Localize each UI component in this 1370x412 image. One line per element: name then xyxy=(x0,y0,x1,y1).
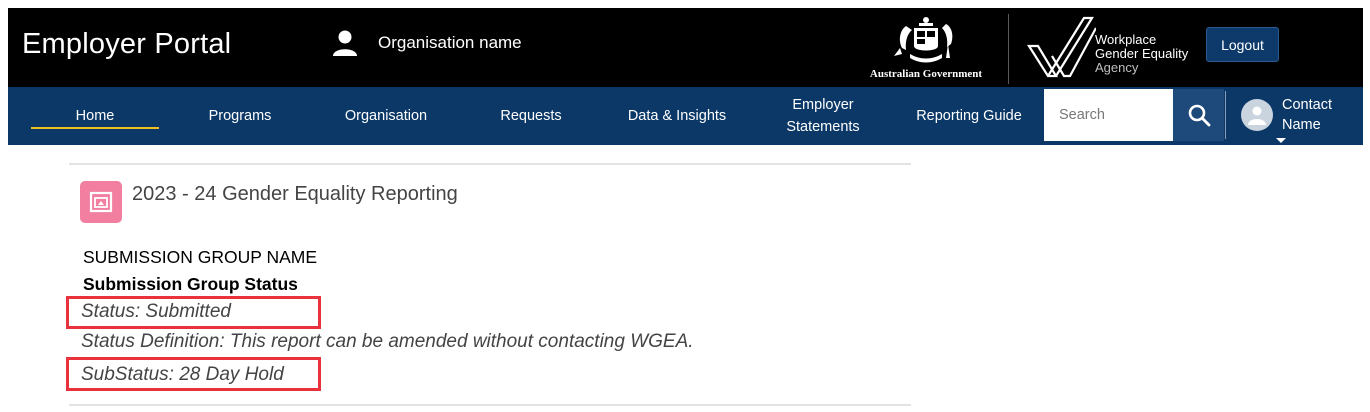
user-avatar-icon xyxy=(1248,106,1266,125)
organisation-selector[interactable]: Organisation name xyxy=(332,30,522,56)
substatus-highlight-box xyxy=(66,357,321,391)
agency-name-line: Agency xyxy=(1095,60,1139,75)
nav-item-requests[interactable]: Requests xyxy=(478,87,584,145)
search-button[interactable] xyxy=(1173,89,1224,141)
nav-item-data-insights[interactable]: Data & Insights xyxy=(614,87,740,145)
status-definition-text: Status Definition: This report can be am… xyxy=(81,331,694,352)
agency-name-line: Workplace xyxy=(1095,32,1157,47)
nav-item-home[interactable]: Home xyxy=(31,87,159,145)
user-icon xyxy=(333,30,357,56)
reporting-icon xyxy=(80,181,122,223)
checkmark-logo-icon xyxy=(1027,16,1097,78)
nav-item-programs[interactable]: Programs xyxy=(188,87,292,145)
header-divider xyxy=(1008,14,1009,84)
nav-item-employer-statements[interactable]: Employer Statements xyxy=(768,87,878,145)
search-input[interactable] xyxy=(1044,89,1173,141)
top-header: Employer Portal Organisation name Austra… xyxy=(8,8,1363,87)
contact-menu[interactable]: Contact Name xyxy=(1234,89,1360,141)
section-divider-bottom xyxy=(69,404,911,406)
organisation-name: Organisation name xyxy=(378,33,522,52)
main-navigation: Home Programs Organisation Requests Data… xyxy=(8,87,1363,145)
coat-of-arms-icon xyxy=(894,17,953,63)
wgea-logo: Workplace Gender Equality Agency xyxy=(1026,14,1206,84)
government-label: Australian Government xyxy=(869,68,983,80)
section-divider-top xyxy=(69,163,911,165)
avatar xyxy=(1241,99,1273,131)
australian-government-logo: Australian Government xyxy=(856,14,996,84)
page-title: 2023 - 24 Gender Equality Reporting xyxy=(132,183,458,205)
contact-name: Contact Name xyxy=(1282,97,1332,133)
agency-name-line: Gender Equality xyxy=(1095,46,1189,61)
submission-group-name: SUBMISSION GROUP NAME xyxy=(83,247,318,267)
status-highlight-box xyxy=(66,296,321,329)
nav-divider xyxy=(1225,91,1226,139)
nav-item-organisation[interactable]: Organisation xyxy=(326,87,446,145)
submission-group-status-heading: Submission Group Status xyxy=(83,274,298,294)
nav-item-reporting-guide[interactable]: Reporting Guide xyxy=(906,87,1032,145)
chevron-down-icon[interactable] xyxy=(1276,138,1286,143)
agency-name: Workplace Gender Equality Agency xyxy=(1095,33,1188,75)
search-icon xyxy=(1188,104,1210,127)
active-nav-indicator xyxy=(31,127,159,129)
logout-button[interactable]: Logout xyxy=(1206,27,1279,62)
portal-title: Employer Portal xyxy=(22,28,232,60)
folder-icon xyxy=(89,191,113,213)
